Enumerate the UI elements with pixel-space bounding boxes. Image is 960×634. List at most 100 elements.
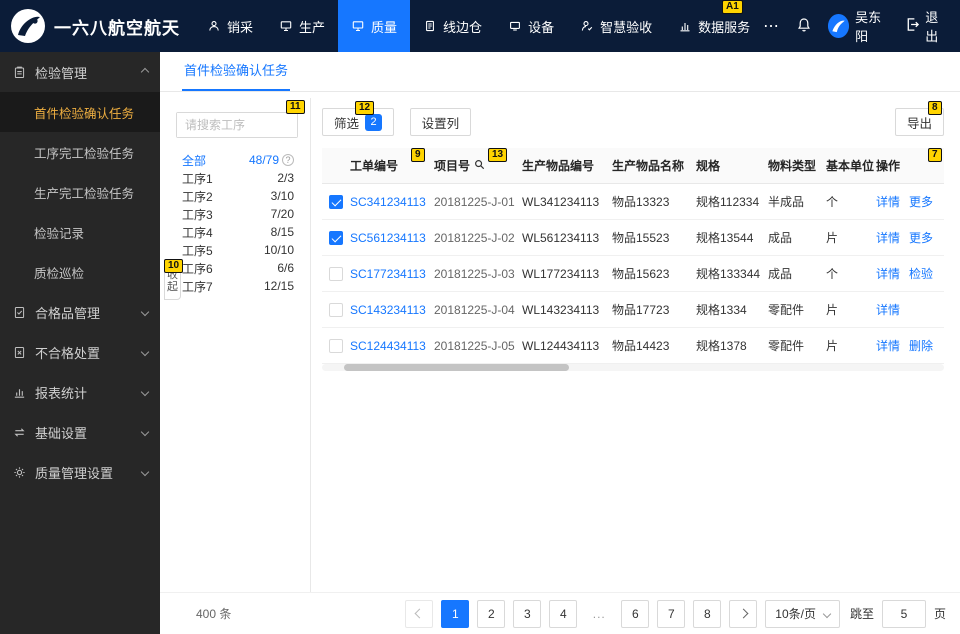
more-link[interactable]: 更多 xyxy=(909,229,933,246)
page-button[interactable]: 6 xyxy=(621,599,650,628)
more-menu-icon[interactable]: ⋯ xyxy=(763,16,780,36)
order-no-link[interactable]: SC561234113 xyxy=(350,231,434,245)
horizontal-scrollbar-thumb[interactable] xyxy=(344,364,569,371)
sidebar-group-quality-management-settings[interactable]: 质量管理设置 xyxy=(0,452,160,492)
order-no-link[interactable]: SC341234113 xyxy=(350,195,434,209)
notification-bell-icon[interactable] xyxy=(796,17,812,36)
col-unit[interactable]: 基本单位 xyxy=(826,157,876,174)
item-no: WL177234113 xyxy=(522,266,600,281)
production-icon xyxy=(279,19,293,33)
next-page-button[interactable] xyxy=(729,599,758,628)
process-label: 工序3 xyxy=(182,207,213,222)
process-item[interactable]: 工序5 10/10 xyxy=(182,242,294,258)
nav-item-equipment[interactable]: 设备 xyxy=(495,0,567,52)
process-search-input[interactable] xyxy=(177,113,297,137)
sidebar-item-process-completion-task[interactable]: 工序完工检验任务 xyxy=(0,132,160,172)
order-no-link[interactable]: SC143234113 xyxy=(350,303,434,317)
logout-icon xyxy=(905,17,920,35)
chevron-down-icon xyxy=(140,467,150,477)
page-button[interactable]: 1 xyxy=(441,599,470,628)
table-row: SC124434113 20181225-J-05 WL124434113 物品… xyxy=(322,328,944,364)
chevron-left-icon xyxy=(414,608,425,619)
nav-label: 质量 xyxy=(371,19,398,35)
delete-link[interactable]: 删除 xyxy=(909,337,933,354)
tab-first-article-confirm-task[interactable]: 首件检验确认任务 xyxy=(182,60,291,91)
order-no-link[interactable]: SC177234113 xyxy=(350,267,434,281)
nav-label: 智慧验收 xyxy=(600,19,653,35)
nav-item-data-service[interactable]: 数据服务 xyxy=(665,0,763,52)
search-icon[interactable] xyxy=(474,159,485,173)
col-material-type[interactable]: 物料类型 xyxy=(768,157,826,174)
row-checkbox[interactable] xyxy=(329,266,343,281)
page-size-value: 10条/页 xyxy=(775,607,816,621)
col-item-name[interactable]: 生产物品名称 xyxy=(612,157,696,174)
sidebar-group-nonconforming-disposal[interactable]: 不合格处置 xyxy=(0,332,160,372)
process-item[interactable]: 工序7 12/15 xyxy=(182,278,294,294)
chevron-down-icon xyxy=(140,307,150,317)
nav-item-procurement[interactable]: 销采 xyxy=(194,0,266,52)
table-row: SC561234113 20181225-J-02 WL561234113 物品… xyxy=(322,220,944,256)
procurement-icon xyxy=(207,19,221,33)
page-button[interactable]: 8 xyxy=(693,599,722,628)
row-checkbox[interactable] xyxy=(329,230,343,245)
page-button[interactable]: 4 xyxy=(549,599,578,628)
page-button[interactable]: 2 xyxy=(477,599,506,628)
main-nav: 销采 生产 质量 线边仓 设备 智慧验收 数据服务 xyxy=(194,0,763,52)
col-project-no[interactable]: 项目号 xyxy=(434,157,522,174)
user-menu[interactable]: 吴东阳 xyxy=(828,7,889,45)
row-checkbox[interactable] xyxy=(329,302,343,317)
sidebar-item-quality-patrol[interactable]: 质检巡检 xyxy=(0,252,160,292)
page-button[interactable]: 7 xyxy=(657,599,686,628)
sidebar-item-inspection-records[interactable]: 检验记录 xyxy=(0,212,160,252)
sidebar-group-basic-settings[interactable]: 基础设置 xyxy=(0,412,160,452)
more-link[interactable]: 更多 xyxy=(909,193,933,210)
nav-item-line-warehouse[interactable]: 线边仓 xyxy=(410,0,495,52)
nav-item-production[interactable]: 生产 xyxy=(266,0,338,52)
inspect-link[interactable]: 检验 xyxy=(909,265,933,282)
col-item-no[interactable]: 生产物品编号 xyxy=(522,157,612,174)
spec: 规格1334 xyxy=(696,303,747,317)
page-size-select[interactable]: 10条/页 xyxy=(765,599,840,628)
prev-page-button[interactable] xyxy=(405,599,434,628)
col-spec[interactable]: 规格 xyxy=(696,157,768,174)
task-table: 工单编号 项目号 生产物品编号 生产物品名称 规格 物料类型 基本单位 操作 S… xyxy=(322,148,944,364)
process-item[interactable]: 工序4 8/15 xyxy=(182,224,294,240)
unit: 个 xyxy=(826,195,839,209)
process-count: 7/20 xyxy=(270,207,294,221)
sidebar-item-production-completion-task[interactable]: 生产完工检验任务 xyxy=(0,172,160,212)
detail-link[interactable]: 详情 xyxy=(876,193,900,210)
set-columns-button[interactable]: 设置列 xyxy=(409,108,472,136)
process-item[interactable]: 工序6 6/6 xyxy=(182,260,294,276)
nav-label: 数据服务 xyxy=(698,19,751,35)
jump-page-input[interactable] xyxy=(881,599,926,628)
page-button[interactable]: 3 xyxy=(513,599,542,628)
sidebar-group-qualified-products[interactable]: 合格品管理 xyxy=(0,292,160,332)
page-jump: 跳至 页 xyxy=(850,599,946,628)
process-search-box xyxy=(176,112,298,138)
logout-button[interactable]: 退出 xyxy=(905,7,946,45)
order-no-link[interactable]: SC124434113 xyxy=(350,339,434,353)
help-icon[interactable] xyxy=(282,154,294,166)
process-item[interactable]: 工序2 3/10 xyxy=(182,188,294,204)
item-name: 物品17723 xyxy=(612,303,670,317)
col-label: 项目号 xyxy=(434,159,471,173)
sidebar-group-inspection-management[interactable]: 检验管理 xyxy=(0,52,160,92)
nav-item-quality[interactable]: 质量 xyxy=(338,0,411,52)
detail-link[interactable]: 详情 xyxy=(876,265,900,282)
row-checkbox[interactable] xyxy=(329,338,343,353)
process-item-all[interactable]: 全部 48/79 xyxy=(182,152,294,168)
user-avatar xyxy=(828,14,850,38)
detail-link[interactable]: 详情 xyxy=(876,229,900,246)
horizontal-scrollbar-track[interactable] xyxy=(322,364,944,371)
row-checkbox[interactable] xyxy=(329,194,343,209)
detail-link[interactable]: 详情 xyxy=(876,301,900,318)
process-list: 全部 48/79 工序12/3 工序23/10 工序37/20 工序48/15 … xyxy=(182,152,294,296)
nav-item-smart-acceptance[interactable]: 智慧验收 xyxy=(567,0,665,52)
process-item[interactable]: 工序1 2/3 xyxy=(182,170,294,186)
sidebar-item-first-article-confirm-task[interactable]: 首件检验确认任务 xyxy=(0,92,160,132)
sidebar-group-report-statistics[interactable]: 报表统计 xyxy=(0,372,160,412)
process-item[interactable]: 工序3 7/20 xyxy=(182,206,294,222)
item-no: WL143234113 xyxy=(522,302,600,317)
annotation-marker: 10 xyxy=(164,259,184,273)
detail-link[interactable]: 详情 xyxy=(876,337,900,354)
